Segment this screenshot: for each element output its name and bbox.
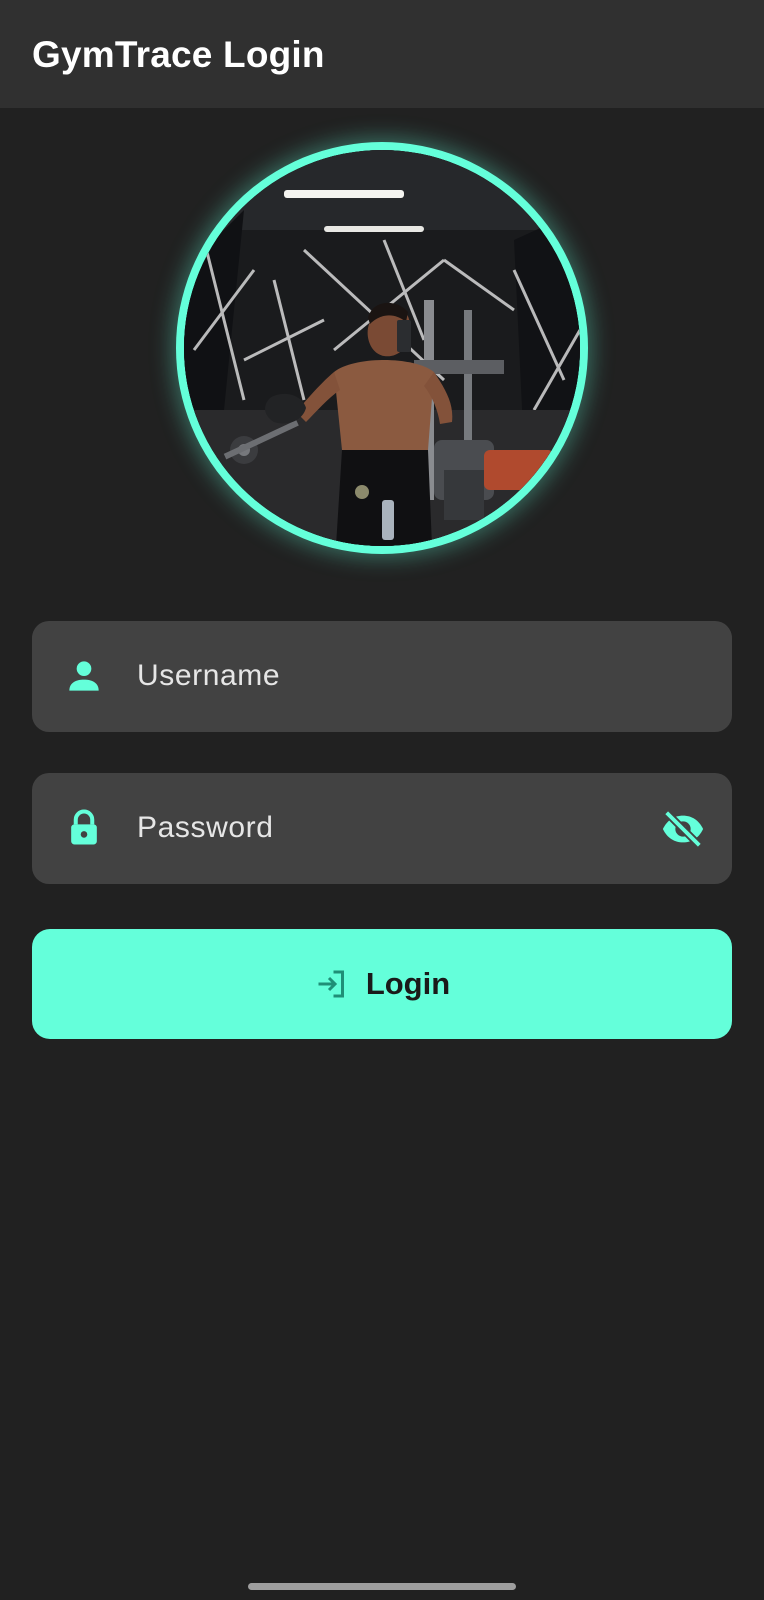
password-field[interactable]: Password [32,773,732,884]
person-icon [69,661,99,691]
app-bar: GymTrace Login [0,0,764,108]
avatar [176,142,588,554]
login-button-content: Login [32,929,732,1039]
username-field[interactable]: Username [32,621,732,732]
login-button-label: Login [365,966,451,1001]
password-input[interactable]: Password [137,809,274,847]
profile-photo [184,150,580,546]
login-button[interactable]: Login [32,929,732,1039]
visibility-off-icon[interactable] [660,806,706,852]
home-indicator[interactable] [248,1583,516,1590]
username-input[interactable]: Username [137,657,280,695]
login-icon [318,970,344,998]
page-title: GymTrace Login [32,34,325,75]
lock-icon [71,809,97,845]
